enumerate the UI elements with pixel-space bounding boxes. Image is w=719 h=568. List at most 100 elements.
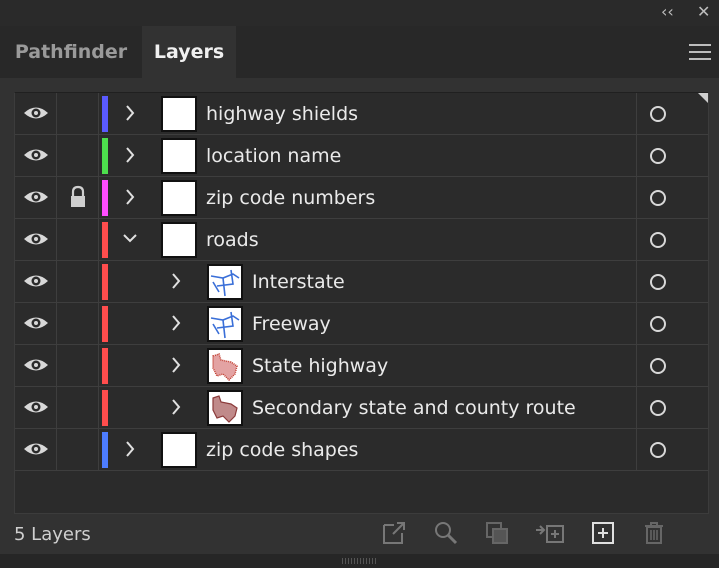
layer-row[interactable]: zip code shapes (15, 429, 708, 471)
layer-name[interactable]: location name (206, 135, 341, 177)
collapse-panel-button[interactable]: ‹‹ (661, 2, 674, 21)
visibility-toggle[interactable] (15, 345, 57, 386)
trash-icon[interactable] (641, 520, 667, 546)
eye-icon (24, 191, 48, 203)
column-divider (636, 93, 637, 134)
lock-toggle[interactable] (57, 177, 99, 218)
lock-toggle[interactable] (57, 387, 99, 428)
visibility-toggle[interactable] (15, 303, 57, 344)
layer-name[interactable]: highway shields (206, 93, 358, 135)
target-circle-icon[interactable] (650, 400, 666, 416)
eye-icon (24, 107, 48, 119)
new-sublayer-icon[interactable] (534, 520, 566, 546)
column-divider (636, 177, 637, 218)
target-circle-icon[interactable] (650, 106, 666, 122)
layer-row[interactable]: roads (15, 219, 708, 261)
lock-toggle[interactable] (57, 261, 99, 302)
target-circle-icon[interactable] (650, 316, 666, 332)
layer-row[interactable]: zip code numbers (15, 177, 708, 219)
lock-toggle[interactable] (57, 219, 99, 260)
layer-name[interactable]: zip code numbers (206, 177, 375, 219)
new-layer-icon[interactable] (590, 520, 616, 546)
panel-menu-icon[interactable] (689, 44, 711, 60)
layer-list: highway shields location name zip code num… (14, 92, 709, 514)
layer-row[interactable]: State highway (15, 345, 708, 387)
layer-color-swatch (102, 306, 108, 342)
column-divider (636, 219, 637, 260)
chevron-right-icon[interactable] (169, 356, 183, 374)
visibility-toggle[interactable] (15, 429, 57, 470)
visibility-toggle[interactable] (15, 219, 57, 260)
lock-toggle[interactable] (57, 135, 99, 176)
eye-icon (24, 359, 48, 371)
layer-thumbnail (207, 264, 243, 300)
column-divider (636, 135, 637, 176)
chevron-right-icon[interactable] (169, 398, 183, 416)
search-icon[interactable] (433, 520, 459, 546)
layer-name[interactable]: Freeway (252, 303, 331, 345)
eye-icon (24, 149, 48, 161)
visibility-toggle[interactable] (15, 93, 57, 134)
layer-thumbnail (161, 96, 197, 132)
layer-thumbnail (161, 180, 197, 216)
export-icon[interactable] (381, 520, 407, 546)
target-circle-icon[interactable] (650, 190, 666, 206)
layer-color-swatch (102, 96, 108, 132)
layer-thumbnail (207, 390, 243, 426)
layer-count: 5 Layers (14, 524, 91, 545)
chevron-down-icon[interactable] (123, 230, 137, 248)
eye-icon (24, 401, 48, 413)
target-circle-icon[interactable] (650, 232, 666, 248)
close-panel-button[interactable]: ✕ (697, 2, 710, 21)
lock-icon (71, 185, 85, 207)
lock-toggle[interactable] (57, 429, 99, 470)
layer-row[interactable]: location name (15, 135, 708, 177)
target-circle-icon[interactable] (650, 442, 666, 458)
layer-color-swatch (102, 264, 108, 300)
layer-color-swatch (102, 180, 108, 216)
visibility-toggle[interactable] (15, 387, 57, 428)
eye-icon (24, 443, 48, 455)
visibility-toggle[interactable] (15, 261, 57, 302)
chevron-right-icon[interactable] (123, 104, 137, 122)
column-divider (636, 387, 637, 428)
tab-pathfinder[interactable]: Pathfinder (0, 26, 142, 78)
panel-top-strip: ‹‹ ✕ (0, 0, 719, 26)
layer-thumbnail (207, 348, 243, 384)
chevron-right-icon[interactable] (123, 146, 137, 164)
layer-thumbnail (207, 306, 243, 342)
eye-icon (24, 233, 48, 245)
layer-name[interactable]: Secondary state and county route (252, 387, 576, 429)
target-circle-icon[interactable] (650, 148, 666, 164)
layer-name[interactable]: roads (206, 219, 259, 261)
layer-name[interactable]: Interstate (252, 261, 345, 303)
eye-icon (24, 317, 48, 329)
layer-name[interactable]: State highway (252, 345, 388, 387)
lock-toggle[interactable] (57, 93, 99, 134)
layer-row[interactable]: highway shields (15, 93, 708, 135)
lock-toggle[interactable] (57, 303, 99, 344)
layer-row[interactable]: Secondary state and county route (15, 387, 708, 429)
clipping-mask-icon[interactable] (484, 520, 510, 546)
chevron-right-icon[interactable] (123, 440, 137, 458)
layer-color-swatch (102, 432, 108, 468)
chevron-right-icon[interactable] (123, 188, 137, 206)
lock-toggle[interactable] (57, 345, 99, 386)
layer-row[interactable]: Freeway (15, 303, 708, 345)
layer-name[interactable]: zip code shapes (206, 429, 358, 471)
chevron-right-icon[interactable] (169, 272, 183, 290)
layer-thumbnail (161, 222, 197, 258)
column-divider (636, 261, 637, 302)
panel-resize-strip (0, 554, 719, 568)
target-circle-icon[interactable] (650, 358, 666, 374)
resize-grip[interactable] (342, 558, 378, 564)
tab-layers[interactable]: Layers (142, 26, 236, 78)
layer-color-swatch (102, 222, 108, 258)
layer-color-swatch (102, 390, 108, 426)
target-circle-icon[interactable] (650, 274, 666, 290)
visibility-toggle[interactable] (15, 177, 57, 218)
visibility-toggle[interactable] (15, 135, 57, 176)
layer-row[interactable]: Interstate (15, 261, 708, 303)
column-divider (636, 429, 637, 470)
chevron-right-icon[interactable] (169, 314, 183, 332)
